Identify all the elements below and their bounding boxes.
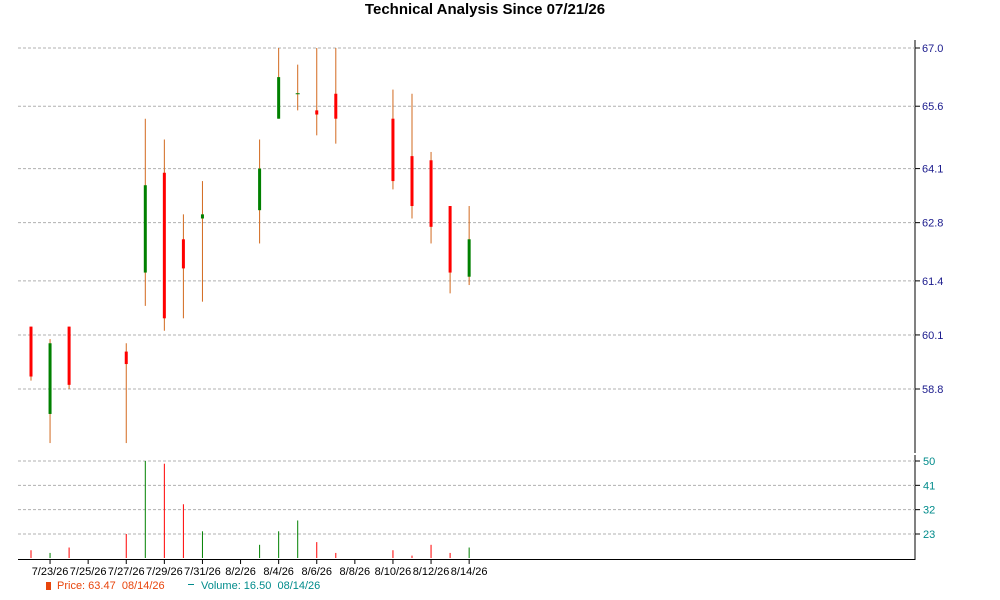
price-candles: [29, 48, 471, 444]
x-tick-label: 8/14/26: [451, 566, 488, 578]
price-tick-label: 58.8: [922, 384, 943, 396]
x-tick-label: 7/29/26: [146, 566, 183, 578]
candle-body-down: [315, 110, 319, 115]
volume-legend: Volume: 16.50 08/14/26: [188, 580, 320, 592]
candle-body-down: [391, 118, 395, 182]
price-tick-label: 61.4: [922, 276, 943, 288]
candlestick-chart: 67.0 65.6 64.1 62.8 61.4 60.1 58.8 50 41 32 23 7/…: [18, 40, 943, 578]
candle-body-down: [29, 326, 33, 377]
x-tick-label: 8/10/26: [375, 566, 412, 578]
candle-body-down: [429, 160, 433, 227]
x-tick-label: 7/25/26: [70, 566, 107, 578]
x-tick-label: 7/31/26: [184, 566, 221, 578]
candle-body-up: [467, 239, 471, 277]
volume-tick-label: 50: [923, 456, 935, 468]
price-tick-label: 60.1: [922, 330, 943, 342]
price-axis-ticks: 67.0 65.6 64.1 62.8 61.4 60.1 58.8: [915, 43, 943, 396]
x-tick-label: 7/23/26: [32, 566, 69, 578]
volume-tick-label: 32: [923, 505, 935, 517]
x-tick-label: 8/4/26: [263, 566, 294, 578]
candle-body-up: [48, 343, 52, 414]
price-tick-label: 64.1: [922, 164, 943, 176]
price-legend-label: Price: 63.47: [57, 580, 116, 592]
candle-body-down: [410, 156, 414, 207]
x-tick-label: 8/8/26: [340, 566, 371, 578]
x-tick-label: 7/27/26: [108, 566, 145, 578]
candle-body-up: [258, 168, 262, 211]
volume-legend-label: Volume: 16.50: [201, 580, 272, 592]
candle-body-up: [143, 185, 147, 273]
candle-body-up: [200, 214, 204, 219]
price-tick-label: 62.8: [922, 218, 943, 230]
x-tick-label: 8/6/26: [301, 566, 332, 578]
volume-axis-ticks: 50 41 32 23: [915, 456, 935, 541]
candle-body-down: [124, 351, 128, 365]
candle-body-down: [181, 239, 185, 269]
volume-tick-label: 23: [923, 529, 935, 541]
x-tick-label: 8/2/26: [225, 566, 256, 578]
x-axis-ticks: 7/23/26 7/25/26 7/27/26 7/29/26 7/31/26 8/2/2…: [32, 559, 488, 578]
price-legend-icon: [46, 582, 51, 590]
candle-body-down: [448, 206, 452, 273]
price-legend-date: 08/14/26: [121, 580, 165, 592]
candle-body-down: [334, 93, 338, 119]
price-tick-label: 65.6: [922, 101, 943, 113]
candle-body-down: [162, 172, 166, 319]
volume-legend-icon: [188, 584, 194, 585]
price-legend: Price: 63.47 08/14/26: [46, 580, 165, 592]
price-tick-label: 67.0: [922, 43, 943, 55]
grid-layer: [18, 47, 915, 535]
volume-tick-label: 41: [923, 480, 935, 492]
candle-body-down: [67, 326, 71, 385]
chart-title: Technical Analysis Since 07/21/26: [364, 1, 606, 18]
x-tick-label: 8/12/26: [413, 566, 450, 578]
candle-body-up: [277, 77, 281, 119]
volume-legend-date: 08/14/26: [277, 580, 321, 592]
